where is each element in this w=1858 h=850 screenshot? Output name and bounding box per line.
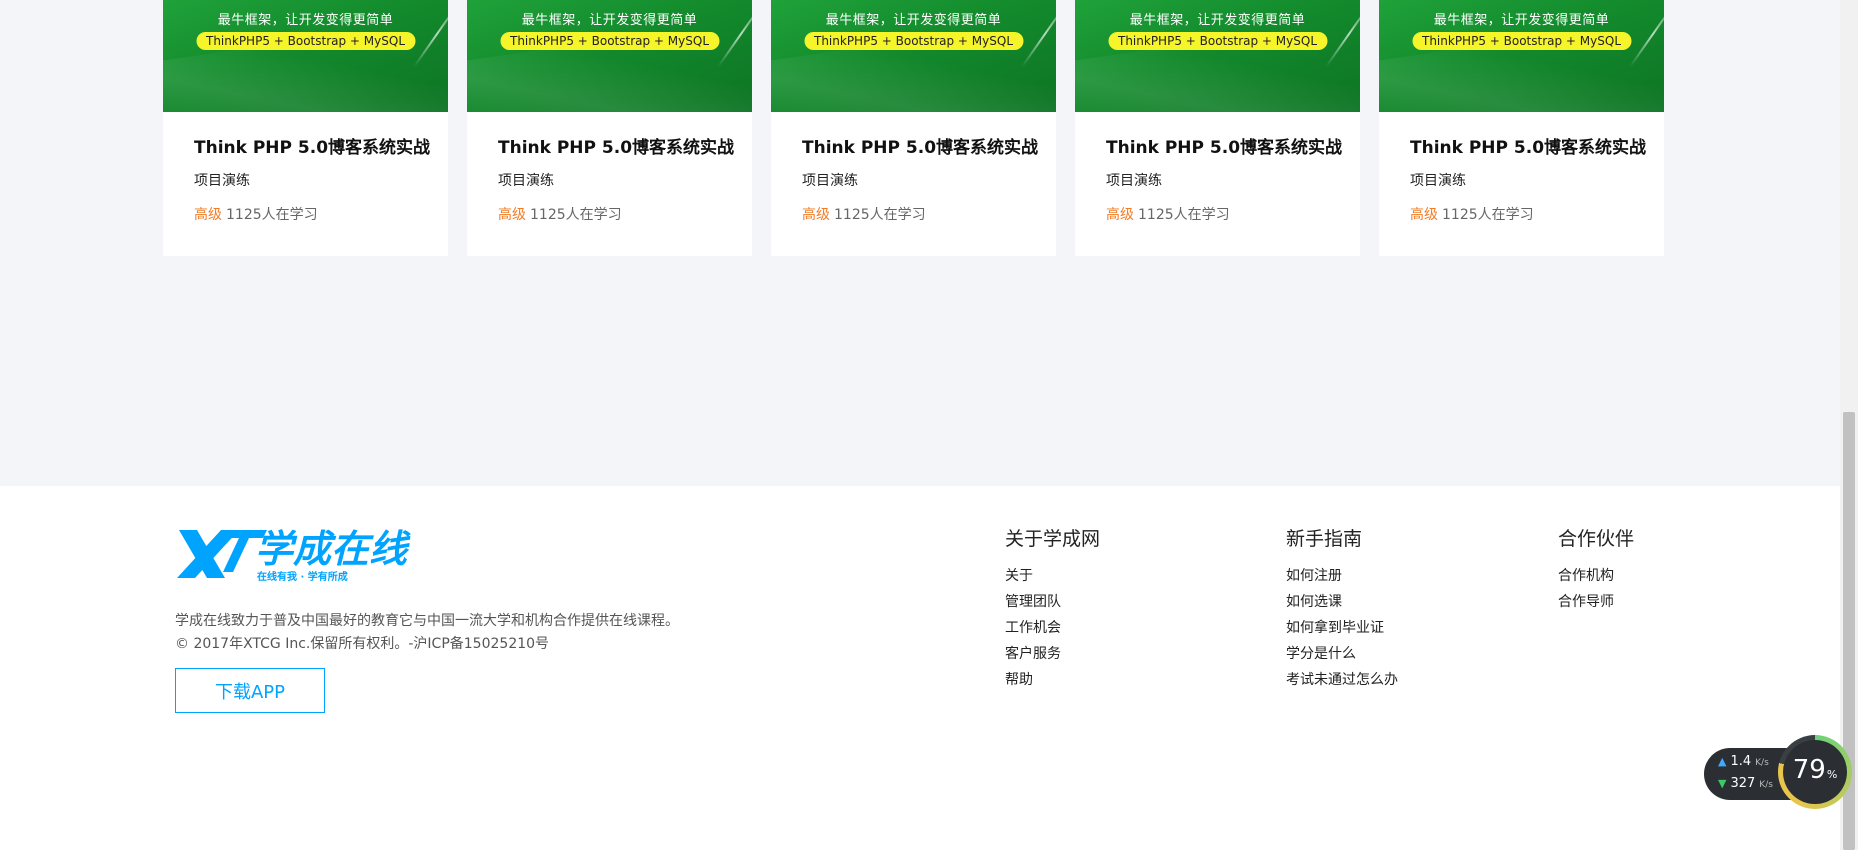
footer-column-guide: 新手指南 如何注册 如何选课 如何拿到毕业证 学分是什么 考试未通过怎么办 [1286,524,1398,693]
footer-link[interactable]: 考试未通过怎么办 [1286,667,1398,693]
course-banner[interactable]: 最牛框架，让开发变得更简单 ThinkPHP5 + Bootstrap + My… [1075,0,1360,112]
upload-speed: 1.4 [1730,754,1752,769]
course-title[interactable]: Think PHP 5.0博客系统实战 [802,133,1038,158]
course-info: Think PHP 5.0博客系统实战 项目演练 高级 1125人在学习 [1379,112,1664,224]
download-speed-row: ▼ 327 K/s [1718,776,1773,791]
course-learners: 1125人在学习 [1442,207,1534,223]
memory-usage-gauge[interactable]: 79 % [1778,735,1852,809]
footer-column-title: 合作伙伴 [1558,528,1635,550]
banner-tech-tag: ThinkPHP5 + Bootstrap + MySQL [1107,32,1328,50]
course-list: 最牛框架，让开发变得更简单 ThinkPHP5 + Bootstrap + My… [163,0,1664,256]
banner-slogan: 最牛框架，让开发变得更简单 [825,13,1002,28]
course-level: 高级 [802,207,830,223]
page: 最牛框架，让开发变得更简单 ThinkPHP5 + Bootstrap + My… [0,0,1858,850]
course-meta: 高级 1125人在学习 [1106,204,1329,224]
banner-slogan: 最牛框架，让开发变得更简单 [1433,13,1610,28]
download-arrow-icon: ▼ [1718,777,1727,790]
course-learners: 1125人在学习 [1138,207,1230,223]
course-level: 高级 [1410,207,1438,223]
download-speed: 327 [1730,776,1756,791]
course-level: 高级 [194,207,222,223]
course-title[interactable]: Think PHP 5.0博客系统实战 [1410,133,1646,158]
gauge-readout: 79 % [1783,740,1847,804]
upload-speed-row: ▲ 1.4 K/s [1718,754,1769,769]
footer-link[interactable]: 客户服务 [1005,641,1100,667]
footer-link[interactable]: 关于 [1005,563,1100,589]
course-info: Think PHP 5.0博客系统实战 项目演练 高级 1125人在学习 [163,112,448,224]
footer-column-title: 关于学成网 [1005,528,1101,550]
course-banner[interactable]: 最牛框架，让开发变得更简单 ThinkPHP5 + Bootstrap + My… [771,0,1056,112]
course-card[interactable]: 最牛框架，让开发变得更简单 ThinkPHP5 + Bootstrap + My… [1075,0,1360,256]
vertical-scrollbar[interactable] [1840,0,1858,850]
footer-link[interactable]: 如何拿到毕业证 [1286,615,1398,641]
banner-tech-tag: ThinkPHP5 + Bootstrap + MySQL [803,32,1024,50]
footer-link[interactable]: 工作机会 [1005,615,1100,641]
course-learners: 1125人在学习 [834,207,926,223]
site-logo[interactable]: 学成在线 在线有我 · 学有所成 [175,526,420,584]
course-meta: 高级 1125人在学习 [498,204,721,224]
course-title[interactable]: Think PHP 5.0博客系统实战 [194,133,430,158]
footer-column-title: 新手指南 [1286,528,1363,550]
course-banner[interactable]: 最牛框架，让开发变得更简单 ThinkPHP5 + Bootstrap + My… [1379,0,1664,112]
course-banner[interactable]: 最牛框架，让开发变得更简单 ThinkPHP5 + Bootstrap + My… [467,0,752,112]
course-card[interactable]: 最牛框架，让开发变得更简单 ThinkPHP5 + Bootstrap + My… [1379,0,1664,256]
course-title[interactable]: Think PHP 5.0博客系统实战 [1106,133,1342,158]
download-app-button[interactable]: 下载APP [175,668,325,713]
upload-unit: K/s [1755,758,1769,768]
footer-link[interactable]: 帮助 [1005,667,1100,693]
upload-arrow-icon: ▲ [1718,755,1727,768]
course-title[interactable]: Think PHP 5.0博客系统实战 [498,133,734,158]
banner-slogan: 最牛框架，让开发变得更简单 [1129,13,1306,28]
banner-slogan: 最牛框架，让开发变得更简单 [217,13,394,28]
course-meta: 高级 1125人在学习 [1410,204,1633,224]
footer-link[interactable]: 合作导师 [1558,589,1634,615]
footer-link[interactable]: 管理团队 [1005,589,1100,615]
footer-link[interactable]: 如何注册 [1286,563,1398,589]
course-subtitle: 项目演练 [194,173,250,189]
course-subtitle: 项目演练 [498,173,554,189]
banner-tech-tag: ThinkPHP5 + Bootstrap + MySQL [1411,32,1632,50]
course-info: Think PHP 5.0博客系统实战 项目演练 高级 1125人在学习 [467,112,752,224]
gauge-value: 79 [1792,755,1826,785]
footer-link[interactable]: 合作机构 [1558,563,1634,589]
course-info: Think PHP 5.0博客系统实战 项目演练 高级 1125人在学习 [1075,112,1360,224]
footer-link[interactable]: 如何选课 [1286,589,1398,615]
course-level: 高级 [498,207,526,223]
course-learners: 1125人在学习 [226,207,318,223]
gauge-unit: % [1826,768,1838,781]
banner-slogan: 最牛框架，让开发变得更简单 [521,13,698,28]
banner-tech-tag: ThinkPHP5 + Bootstrap + MySQL [195,32,416,50]
course-meta: 高级 1125人在学习 [802,204,1025,224]
banner-tech-tag: ThinkPHP5 + Bootstrap + MySQL [499,32,720,50]
footer-copyright: © 2017年XTCG Inc.保留所有权利。-沪ICP备15025210号 [175,636,550,652]
course-info: Think PHP 5.0博客系统实战 项目演练 高级 1125人在学习 [771,112,1056,224]
logo-tagline: 在线有我 · 学有所成 [257,570,348,583]
course-card[interactable]: 最牛框架，让开发变得更简单 ThinkPHP5 + Bootstrap + My… [771,0,1056,256]
footer-column-partners: 合作伙伴 合作机构 合作导师 [1558,524,1634,615]
course-card[interactable]: 最牛框架，让开发变得更简单 ThinkPHP5 + Bootstrap + My… [467,0,752,256]
course-subtitle: 项目演练 [802,173,858,189]
footer: 学成在线 在线有我 · 学有所成 学成在线致力于普及中国最好的教育它与中国一流大… [0,486,1840,850]
course-learners: 1125人在学习 [530,207,622,223]
download-unit: K/s [1759,780,1773,790]
course-level: 高级 [1106,207,1134,223]
course-card[interactable]: 最牛框架，让开发变得更简单 ThinkPHP5 + Bootstrap + My… [163,0,448,256]
footer-about-text: 学成在线致力于普及中国最好的教育它与中国一流大学和机构合作提供在线课程。 [175,613,679,629]
course-banner[interactable]: 最牛框架，让开发变得更简单 ThinkPHP5 + Bootstrap + My… [163,0,448,112]
course-subtitle: 项目演练 [1106,173,1162,189]
footer-column-about: 关于学成网 关于 管理团队 工作机会 客户服务 帮助 [1005,524,1100,693]
footer-description: 学成在线致力于普及中国最好的教育它与中国一流大学和机构合作提供在线课程。 © 2… [175,610,679,656]
course-meta: 高级 1125人在学习 [194,204,417,224]
footer-link[interactable]: 学分是什么 [1286,641,1398,667]
course-subtitle: 项目演练 [1410,173,1466,189]
logo-text: 学成在线 [255,527,411,571]
